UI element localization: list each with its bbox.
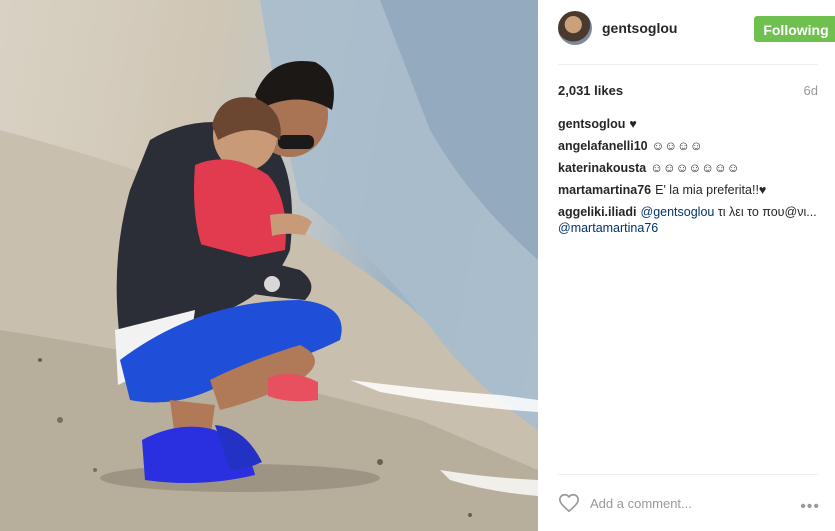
- comment-mention[interactable]: @gentsoglou: [641, 205, 715, 219]
- post-header: gentsoglou Following: [558, 10, 835, 48]
- instagram-post: gentsoglou Following 2,031 likes 6d gent…: [0, 0, 835, 531]
- comment-mention[interactable]: @martamartina76: [558, 221, 658, 235]
- more-options-icon[interactable]: •••: [800, 498, 820, 516]
- post-age[interactable]: 6d: [804, 83, 818, 98]
- comment-text: ☺☺☺☺☺☺☺: [650, 161, 740, 175]
- add-comment-input[interactable]: Add a comment...: [590, 496, 692, 511]
- comment-username[interactable]: aggeliki.iliadi: [558, 205, 637, 219]
- beach-photo-illustration: [0, 0, 538, 531]
- following-button[interactable]: Following: [754, 16, 835, 42]
- post-footer: Add a comment... •••: [558, 490, 820, 518]
- comment-username[interactable]: martamartina76: [558, 183, 651, 197]
- comment-username[interactable]: katerinakousta: [558, 161, 646, 175]
- avatar[interactable]: [558, 11, 592, 45]
- post-details-panel: gentsoglou Following 2,031 likes 6d gent…: [538, 0, 835, 531]
- comment-username[interactable]: gentsoglou: [558, 117, 625, 131]
- comment-text: τι λει το που@νι...: [714, 205, 817, 219]
- post-photo[interactable]: [0, 0, 538, 531]
- comment-text: E' la mia preferita!!♥: [655, 183, 767, 197]
- comment-text: ♥: [629, 117, 637, 131]
- comment-username[interactable]: angelafanelli10: [558, 139, 648, 153]
- comment-item: katerinakousta ☺☺☺☺☺☺☺: [558, 160, 820, 176]
- comments-list: gentsoglou ♥ angelafanelli10 ☺☺☺☺ katerina…: [558, 116, 820, 242]
- comment-item: gentsoglou ♥: [558, 116, 820, 132]
- footer-divider: [558, 474, 818, 475]
- likes-count[interactable]: 2,031 likes: [558, 83, 623, 98]
- heart-outline-icon[interactable]: [558, 492, 580, 514]
- username-link[interactable]: gentsoglou: [602, 20, 677, 36]
- comment-item: aggeliki.iliadi @gentsoglou τι λει το που…: [558, 204, 820, 236]
- comment-item: angelafanelli10 ☺☺☺☺: [558, 138, 820, 154]
- header-divider: [558, 64, 818, 65]
- comment-item: martamartina76 E' la mia preferita!!♥: [558, 182, 820, 198]
- comment-text: ☺☺☺☺: [651, 139, 703, 153]
